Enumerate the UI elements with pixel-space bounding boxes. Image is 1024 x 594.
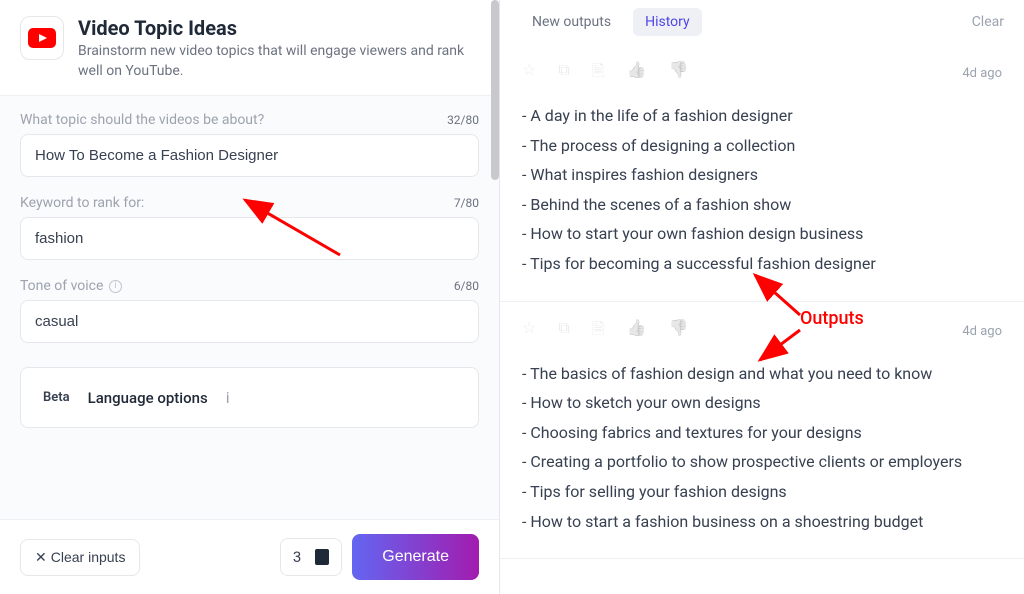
thumbs-down-icon[interactable]: 👎	[669, 318, 689, 345]
beta-badge: Beta	[43, 390, 70, 405]
clear-outputs-link[interactable]: Clear	[972, 14, 1004, 30]
keyword-label: Keyword to rank for:	[20, 195, 144, 211]
info-icon[interactable]: i	[109, 280, 122, 293]
list-item: Choosing fabrics and textures for your d…	[522, 418, 1002, 448]
doc-icon[interactable]: 🗎	[592, 60, 605, 87]
topic-label: What topic should the videos be about?	[20, 112, 264, 128]
input-panel: Video Topic Ideas Brainstorm new video t…	[0, 0, 500, 594]
close-icon: ✕	[35, 549, 47, 566]
tone-input[interactable]	[20, 300, 479, 343]
output-card[interactable]: ☆ ⧉ 🗎 👍 👎 4d ago The basics of fashion design …	[500, 302, 1024, 560]
list-item: How to start a fashion business on a sho…	[522, 507, 1002, 537]
youtube-icon	[20, 16, 64, 60]
keyword-input[interactable]	[20, 217, 479, 260]
topic-count: 32/80	[447, 113, 479, 127]
clear-inputs-label: Clear inputs	[51, 549, 126, 565]
annotation-outputs: Outputs	[800, 308, 864, 329]
list-item: How to start your own fashion design bus…	[522, 219, 1002, 249]
copy-icon[interactable]: ⧉	[558, 60, 569, 87]
time-ago: 4d ago	[962, 324, 1002, 339]
star-icon[interactable]: ☆	[522, 60, 536, 87]
list-item: Tips for becoming a successful fashion d…	[522, 249, 1002, 279]
list-item: Creating a portfolio to show prospective…	[522, 447, 1002, 477]
language-options-box[interactable]: Beta Language options i	[20, 367, 479, 428]
topic-input[interactable]	[20, 134, 479, 177]
template-header: Video Topic Ideas Brainstorm new video t…	[0, 0, 499, 96]
tab-history[interactable]: History	[633, 8, 702, 36]
generate-button[interactable]: Generate	[352, 534, 479, 580]
time-ago: 4d ago	[962, 66, 1002, 81]
copy-icon[interactable]: ⧉	[558, 318, 569, 345]
clear-inputs-button[interactable]: ✕ Clear inputs	[20, 539, 140, 576]
list-item: What inspires fashion designers	[522, 160, 1002, 190]
page-subtitle: Brainstorm new video topics that will en…	[78, 42, 479, 81]
info-icon[interactable]: i	[226, 388, 230, 407]
stepper-icon[interactable]	[315, 549, 329, 565]
tone-label: Tone of voice i	[20, 278, 122, 294]
list-item: A day in the life of a fashion designer	[522, 101, 1002, 131]
list-item: Behind the scenes of a fashion show	[522, 190, 1002, 220]
output-card[interactable]: ☆ ⧉ 🗎 👍 👎 4d ago A day in the life of a fashio…	[500, 44, 1024, 302]
quantity-value: 3	[293, 548, 301, 566]
keyword-count: 7/80	[454, 196, 479, 210]
output-panel: New outputs History Clear ☆ ⧉ 🗎 👍 👎 4d ago A d…	[500, 0, 1024, 594]
doc-icon[interactable]: 🗎	[592, 318, 605, 345]
language-options-label: Language options	[88, 389, 208, 407]
output-list: The basics of fashion design and what yo…	[522, 359, 1002, 537]
tone-count: 6/80	[454, 279, 479, 293]
tab-new-outputs[interactable]: New outputs	[520, 8, 623, 36]
footer-bar: ✕ Clear inputs 3 Generate	[0, 519, 499, 594]
output-list: A day in the life of a fashion designerT…	[522, 101, 1002, 279]
star-icon[interactable]: ☆	[522, 318, 536, 345]
list-item: Tips for selling your fashion designs	[522, 477, 1002, 507]
quantity-stepper[interactable]: 3	[280, 538, 342, 576]
list-item: The process of designing a collection	[522, 131, 1002, 161]
thumbs-up-icon[interactable]: 👍	[627, 318, 647, 345]
scrollbar[interactable]	[491, 0, 499, 180]
thumbs-down-icon[interactable]: 👎	[669, 60, 689, 87]
list-item: The basics of fashion design and what yo…	[522, 359, 1002, 389]
list-item: How to sketch your own designs	[522, 388, 1002, 418]
page-title: Video Topic Ideas	[78, 16, 479, 40]
form-area: What topic should the videos be about? 3…	[0, 96, 499, 519]
tabs-row: New outputs History Clear	[500, 0, 1024, 44]
thumbs-up-icon[interactable]: 👍	[627, 60, 647, 87]
